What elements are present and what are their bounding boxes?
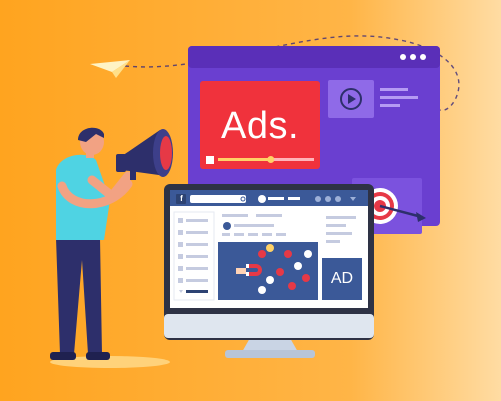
window-dot-icon [410, 54, 416, 60]
chat-icon [294, 262, 302, 270]
heart-icon [302, 274, 310, 282]
illustration-canvas [0, 0, 501, 401]
social-logo-letter: f [180, 194, 183, 203]
progress-fill [218, 158, 271, 161]
ads-banner-text: Ads. [220, 104, 300, 147]
heart-icon [276, 268, 284, 276]
heart-icon [284, 250, 292, 258]
progress-knob [267, 156, 275, 163]
emoji-icon [266, 244, 274, 252]
search-bar [190, 195, 246, 203]
user-icon [266, 276, 274, 284]
ad-marketing-illustration: Ads. AD f [0, 0, 501, 401]
avatar [258, 195, 266, 203]
window-dot-icon [420, 54, 426, 60]
ad-box-text: AD [330, 270, 354, 287]
left-nav [173, 211, 215, 301]
heart-icon [288, 282, 296, 290]
post-image [218, 242, 318, 300]
heart-icon [258, 250, 266, 258]
post-avatar [223, 222, 231, 230]
window-dot-icon [400, 54, 406, 60]
chat-icon [258, 286, 266, 294]
user-icon [304, 250, 312, 258]
